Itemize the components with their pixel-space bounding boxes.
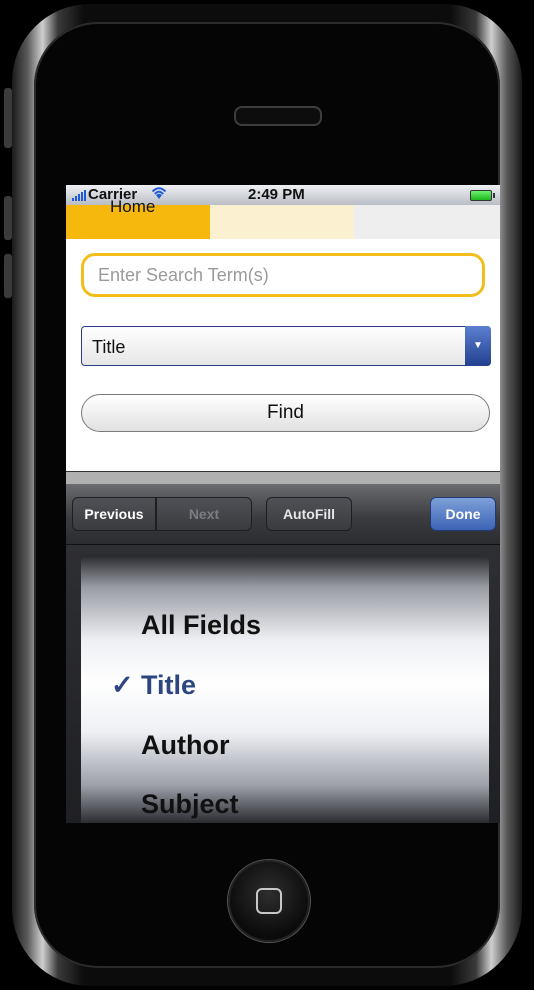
- tab-bar: Home: [66, 197, 500, 239]
- status-time: 2:49 PM: [248, 186, 305, 203]
- autofill-button[interactable]: AutoFill: [266, 497, 352, 531]
- keyboard-gap: [66, 472, 500, 484]
- search-input[interactable]: [81, 253, 485, 297]
- picker-option-selected[interactable]: ✓ Title: [81, 658, 489, 716]
- battery-icon: [470, 190, 495, 201]
- tab-home[interactable]: Home: [66, 197, 210, 239]
- volume-up-button: [4, 196, 12, 240]
- picker-option-label: Subject: [141, 789, 239, 819]
- checkmark-icon: ✓: [111, 670, 134, 700]
- picker-option[interactable]: All Fields: [81, 598, 489, 656]
- home-button[interactable]: [228, 860, 310, 942]
- tab-second[interactable]: [210, 205, 354, 239]
- select-value: Title: [92, 337, 126, 357]
- home-square-icon: [256, 888, 282, 914]
- form-toolbar: Previous Next AutoFill Done: [66, 484, 500, 545]
- volume-down-button: [4, 254, 12, 298]
- tab-home-label: Home: [110, 197, 156, 216]
- picker-option-label: All Fields: [141, 610, 262, 640]
- picker-option-label: Title: [141, 670, 197, 700]
- earpiece-speaker: [234, 106, 322, 126]
- find-button[interactable]: Find: [81, 394, 490, 432]
- picker-option-label: Author: [141, 730, 230, 760]
- picker-option[interactable]: Subject: [81, 777, 489, 823]
- picker-area: All Fields ✓ Title Author Subject: [66, 545, 500, 823]
- next-button[interactable]: Next: [156, 497, 252, 531]
- search-field-select[interactable]: Title ▼: [81, 326, 491, 366]
- ringer-switch: [4, 88, 12, 148]
- previous-button[interactable]: Previous: [72, 497, 156, 531]
- screen: Carrier 2:49 PM Home Title ▼ Find Previo…: [66, 185, 500, 823]
- done-button[interactable]: Done: [430, 497, 496, 531]
- chevron-down-icon: ▼: [465, 326, 491, 366]
- picker-option[interactable]: Author: [81, 718, 489, 776]
- picker-wheel[interactable]: All Fields ✓ Title Author Subject: [81, 555, 489, 823]
- tab-third[interactable]: [354, 205, 500, 239]
- signal-bars-icon: [72, 190, 86, 201]
